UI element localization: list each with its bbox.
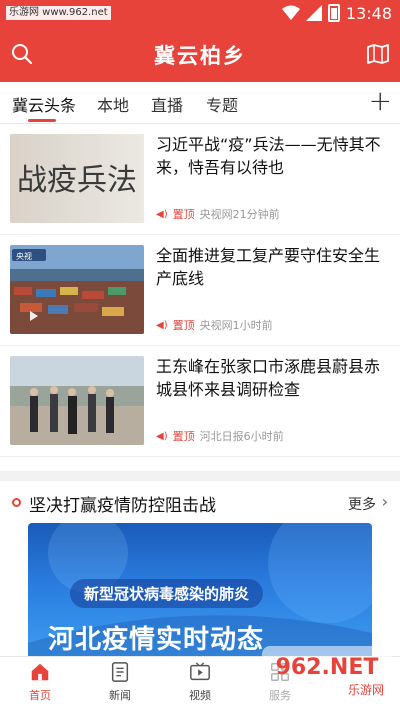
- banner-title: 河北疫情实时动态: [48, 625, 265, 655]
- pinned-badge: 置顶: [172, 319, 195, 332]
- thumbnail-logo-text: 央视: [16, 251, 32, 261]
- nav-video-label: 视频: [189, 689, 211, 702]
- news-feed: 战疫兵法 习近平战“疫”兵法——无恃其不来，恃吾有以待也 ◀) 置顶 央视网21…: [0, 124, 400, 656]
- nav-news-label: 新闻: [109, 689, 131, 702]
- article-source: 央视网1小时前: [199, 319, 273, 332]
- more-link[interactable]: 更多: [348, 494, 376, 514]
- article-title: 习近平战“疫”兵法——无恃其不来，恃吾有以待也: [156, 135, 381, 177]
- article-thumbnail: [10, 356, 144, 445]
- watermark-label: 乐游网 www.962.net: [6, 6, 111, 20]
- home-icon: [31, 663, 49, 681]
- map-icon[interactable]: [366, 42, 390, 66]
- battery-icon: [327, 4, 340, 22]
- article-meta: ◀) 置顶 央视网21分钟前: [156, 206, 280, 222]
- thumbnail-caption: 战疫兵法: [17, 163, 137, 198]
- nav-home[interactable]: 首页: [15, 661, 65, 703]
- status-bar: 乐游网 www.962.net 13:48: [0, 0, 400, 26]
- app-bar: 冀云柏乡: [0, 26, 400, 82]
- speaker-icon: ◀): [156, 208, 168, 220]
- status-icons: 13:48: [281, 3, 392, 23]
- article-title: 全面推进复工复产要守住安全生产底线: [156, 246, 381, 288]
- list-item[interactable]: 王东峰在张家口市涿鹿县蔚县赤城县怀来县调研检查 ◀) 置顶 河北日报6小时前: [0, 346, 400, 457]
- app-title: 冀云柏乡: [154, 44, 246, 68]
- nav-home-label: 首页: [29, 689, 51, 702]
- article-meta: ◀) 置顶 央视网1小时前: [156, 317, 273, 333]
- article-source: 央视网21分钟前: [199, 208, 280, 221]
- news-icon: [111, 662, 129, 682]
- tab-headline[interactable]: 冀云头条: [12, 92, 76, 116]
- pinned-badge: 置顶: [172, 430, 195, 443]
- section-divider: [0, 471, 400, 481]
- plus-icon[interactable]: +: [369, 87, 392, 115]
- signal-icon: [305, 5, 322, 21]
- speaker-icon: ◀): [156, 319, 168, 331]
- list-item[interactable]: 央视 全面推进复工复产要守住安全生产底线 ◀) 置顶 央视网1小时前: [0, 235, 400, 346]
- list-item[interactable]: 战疫兵法 习近平战“疫”兵法——无恃其不来，恃吾有以待也 ◀) 置顶 央视网21…: [0, 124, 400, 235]
- wifi-icon: [281, 5, 300, 20]
- chevron-right-icon[interactable]: ›: [382, 492, 388, 511]
- tab-topics[interactable]: 专题: [206, 92, 238, 116]
- site-watermark: 962.NET 乐游网: [262, 640, 392, 702]
- watermark-sub: 乐游网: [348, 683, 384, 697]
- article-source: 河北日报6小时前: [199, 430, 284, 443]
- section-title: 坚决打赢疫情防控阻击战: [29, 496, 216, 516]
- watermark-brand: 962.NET: [276, 655, 379, 680]
- topic-banner[interactable]: 新型冠状病毒感染的肺炎 河北疫情实时动态: [28, 523, 372, 656]
- section-dot-icon: [12, 498, 21, 507]
- nav-video[interactable]: 视频: [175, 661, 225, 703]
- nav-news[interactable]: 新闻: [95, 661, 145, 703]
- video-icon: [190, 662, 210, 681]
- active-tab-indicator: [28, 119, 56, 122]
- article-meta: ◀) 置顶 河北日报6小时前: [156, 428, 284, 444]
- channel-tabs: 冀云头条 本地 直播 专题 +: [0, 82, 400, 124]
- article-title: 王东峰在张家口市涿鹿县蔚县赤城县怀来县调研检查: [156, 357, 381, 399]
- article-thumbnail: 战疫兵法: [10, 134, 144, 223]
- tab-local[interactable]: 本地: [97, 92, 129, 116]
- topic-section: 坚决打赢疫情防控阻击战 更多 › 新型冠状病毒感染的肺炎 河北疫情实时动态: [0, 481, 400, 656]
- article-thumbnail: 央视: [10, 245, 144, 334]
- clock: 13:48: [345, 3, 392, 23]
- pinned-badge: 置顶: [172, 208, 195, 221]
- speaker-icon: ◀): [156, 430, 168, 442]
- banner-subtitle: 新型冠状病毒感染的肺炎: [70, 579, 264, 608]
- tab-live[interactable]: 直播: [151, 92, 183, 116]
